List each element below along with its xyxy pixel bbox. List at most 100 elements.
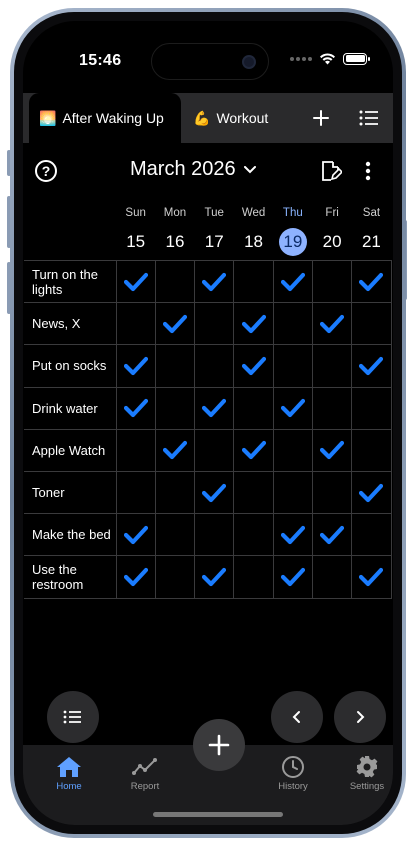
reorder-button[interactable]	[47, 691, 99, 743]
habit-cell-checked[interactable]	[233, 344, 274, 388]
today-date[interactable]: 19	[273, 227, 312, 257]
habit-cell-empty[interactable]	[351, 428, 392, 472]
habit-cell-empty[interactable]	[311, 555, 353, 599]
habit-cell-checked[interactable]	[194, 470, 235, 515]
habit-label[interactable]: Put on socks	[24, 344, 117, 388]
habit-label[interactable]: Make the bed	[24, 513, 117, 557]
day-number[interactable]: 18	[234, 227, 273, 257]
habit-cell-empty[interactable]	[233, 470, 274, 515]
habit-cell-empty[interactable]	[351, 386, 392, 430]
habit-cell-empty[interactable]	[115, 302, 156, 346]
habit-cell-checked[interactable]	[351, 555, 392, 599]
habit-cell-checked[interactable]	[233, 302, 274, 346]
habit-label[interactable]: Drink water	[24, 386, 117, 430]
day-header-sat: Sat 21	[352, 207, 391, 257]
habit-cell-empty[interactable]	[194, 428, 235, 472]
month-selector[interactable]: March 2026	[130, 158, 256, 181]
habit-cell-checked[interactable]	[351, 344, 392, 388]
more-button[interactable]	[354, 157, 382, 185]
tab-list-button[interactable]	[349, 93, 389, 143]
list-icon	[359, 110, 378, 126]
day-number-text: 21	[361, 232, 381, 251]
habit-cell-empty[interactable]	[154, 470, 196, 515]
habit-cell-checked[interactable]	[351, 470, 392, 515]
habit-cell-empty[interactable]	[154, 513, 196, 557]
habit-cell-checked[interactable]	[115, 259, 156, 304]
edit-button[interactable]	[317, 157, 345, 185]
habit-cell-checked[interactable]	[115, 513, 156, 557]
habit-cell-empty[interactable]	[194, 302, 235, 346]
day-number[interactable]: 21	[352, 227, 391, 257]
habit-cell-checked[interactable]	[311, 513, 353, 557]
habit-cell-empty[interactable]	[194, 344, 235, 388]
habit-cell-checked[interactable]	[351, 259, 392, 304]
checkmark-icon	[280, 567, 305, 587]
chevron-left-icon	[292, 711, 300, 723]
habit-cell-empty[interactable]	[233, 513, 274, 557]
tab-after-waking-up[interactable]: 🌅 After Waking Up	[29, 93, 181, 143]
habit-cell-empty[interactable]	[154, 259, 196, 304]
add-tab-button[interactable]	[301, 93, 341, 143]
habit-cell-checked[interactable]	[154, 302, 196, 346]
day-header-sun: Sun 15	[116, 207, 155, 257]
habit-cell-checked[interactable]	[311, 302, 353, 346]
day-number[interactable]: 16	[155, 227, 194, 257]
habit-cell-empty[interactable]	[351, 513, 392, 557]
checkmark-icon	[320, 314, 345, 333]
habit-cell-checked[interactable]	[272, 259, 313, 304]
habit-cell-checked[interactable]	[272, 555, 313, 599]
checkmark-icon	[359, 567, 384, 587]
habit-cell-empty[interactable]	[154, 555, 196, 599]
checkmark-icon	[359, 483, 384, 502]
habit-cell-empty[interactable]	[311, 344, 353, 388]
habit-cell-checked[interactable]	[311, 428, 353, 472]
previous-week-button[interactable]	[271, 691, 323, 743]
habit-cell-checked[interactable]	[115, 344, 156, 388]
habit-cell-empty[interactable]	[272, 470, 313, 515]
habit-cell-empty[interactable]	[115, 470, 156, 515]
habit-cell-checked[interactable]	[272, 386, 313, 430]
habit-cell-empty[interactable]	[233, 386, 274, 430]
habit-cell-checked[interactable]	[194, 259, 235, 304]
habit-cell-empty[interactable]	[154, 386, 196, 430]
habit-label[interactable]: Turn on the lights	[24, 259, 117, 304]
habit-cell-empty[interactable]	[233, 555, 274, 599]
habit-cell-empty[interactable]	[233, 259, 274, 304]
habit-label[interactable]: News, X	[24, 302, 117, 346]
habit-cell-empty[interactable]	[351, 302, 392, 346]
habit-cell-checked[interactable]	[194, 386, 235, 430]
habit-label[interactable]: Use the restroom	[24, 555, 117, 599]
habit-label[interactable]: Apple Watch	[24, 428, 117, 472]
habit-cell-checked[interactable]	[194, 555, 235, 599]
add-habit-button[interactable]	[193, 719, 245, 771]
habit-cell-empty[interactable]	[272, 428, 313, 472]
habit-cell-checked[interactable]	[154, 428, 196, 472]
nav-report[interactable]: Report	[115, 753, 175, 792]
habit-cell-empty[interactable]	[311, 259, 353, 304]
habit-cell-empty[interactable]	[194, 513, 235, 557]
day-number[interactable]: 20	[312, 227, 351, 257]
habit-cell-empty[interactable]	[311, 470, 353, 515]
habit-cell-checked[interactable]	[115, 555, 156, 599]
habit-cell-empty[interactable]	[154, 344, 196, 388]
tab-workout[interactable]: 💪 Workout	[193, 93, 268, 143]
habit-cell-checked[interactable]	[115, 386, 156, 430]
nav-home[interactable]: Home	[39, 753, 99, 792]
phone-frame: 15:46 🌅 After Waking Up 💪 Workout ? Marc…	[10, 8, 406, 838]
habit-cell-checked[interactable]	[233, 428, 274, 472]
habit-label[interactable]: Toner	[24, 470, 117, 515]
plus-icon	[313, 110, 329, 126]
day-number[interactable]: 15	[116, 227, 155, 257]
habit-cell-checked[interactable]	[272, 513, 313, 557]
habit-cell-empty[interactable]	[272, 344, 313, 388]
chevron-right-icon	[357, 711, 365, 723]
nav-history[interactable]: History	[263, 753, 323, 792]
day-number[interactable]: 17	[195, 227, 234, 257]
help-button[interactable]: ?	[35, 160, 57, 182]
next-week-button[interactable]	[334, 691, 386, 743]
nav-settings[interactable]: Settings	[337, 753, 393, 792]
habit-cell-empty[interactable]	[115, 428, 156, 472]
habit-cell-empty[interactable]	[272, 302, 313, 346]
habit-cell-empty[interactable]	[311, 386, 353, 430]
checkmark-icon	[162, 441, 187, 460]
